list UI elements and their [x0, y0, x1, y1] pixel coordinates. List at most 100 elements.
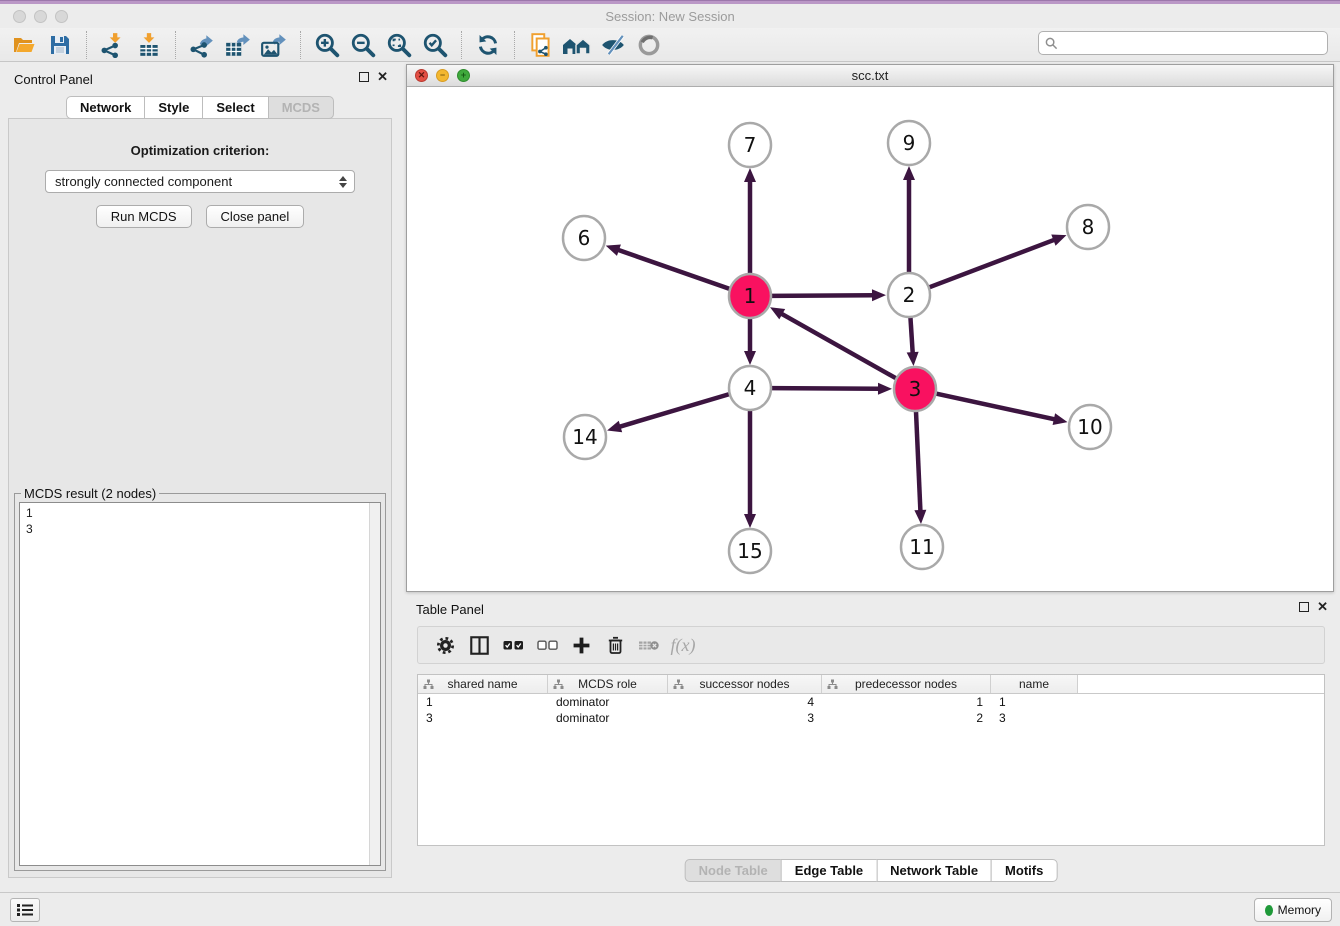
clone-network-glyph: [528, 32, 554, 58]
table-cell[interactable]: 3: [991, 710, 1078, 726]
table-cell[interactable]: dominator: [548, 694, 668, 710]
column-header-MCDS-role[interactable]: MCDS role: [548, 675, 668, 693]
control-panel-title: Control Panel: [14, 72, 93, 87]
graph-edge-2-8[interactable]: [930, 239, 1056, 287]
floppy-disk-icon: [48, 33, 72, 57]
float-panel-icon[interactable]: [359, 72, 369, 82]
tab-motifs[interactable]: Motifs: [991, 859, 1057, 882]
graph-edge-4-3[interactable]: [772, 388, 880, 389]
close-table-panel-icon[interactable]: ✕: [1317, 602, 1328, 612]
export-table-icon[interactable]: [223, 30, 253, 60]
graph-edge-1-6[interactable]: [617, 250, 729, 289]
mcds-result-textarea[interactable]: 13: [19, 502, 381, 866]
float-table-panel-icon[interactable]: [1299, 602, 1309, 612]
export-image-icon[interactable]: [259, 30, 289, 60]
table-cell[interactable]: dominator: [548, 710, 668, 726]
column-header-name[interactable]: name: [991, 675, 1078, 693]
tab-node-table[interactable]: Node Table: [685, 859, 782, 882]
graph-edge-3-11[interactable]: [916, 411, 920, 512]
table-cell[interactable]: 1: [822, 694, 991, 710]
zoom-selected-icon[interactable]: [420, 30, 450, 60]
graph-edge-3-10[interactable]: [936, 394, 1055, 420]
export-network-icon[interactable]: [187, 30, 217, 60]
table-cell[interactable]: 3: [668, 710, 822, 726]
tab-style[interactable]: Style: [144, 96, 203, 119]
graph-edge-1-2[interactable]: [772, 295, 874, 296]
network-view-window: scc.txt ✕ − + 7968124314101511: [406, 64, 1334, 592]
tab-mcds[interactable]: MCDS: [268, 96, 334, 119]
criterion-dropdown[interactable]: strongly connected component: [45, 170, 355, 193]
import-table-icon[interactable]: [134, 30, 164, 60]
table-cell[interactable]: 2: [822, 710, 991, 726]
tab-edge-table[interactable]: Edge Table: [781, 859, 877, 882]
show-all-icon[interactable]: [634, 30, 664, 60]
table-cell[interactable]: 1: [991, 694, 1078, 710]
optimization-criterion-label: Optimization criterion:: [9, 143, 391, 158]
toolbar-separator: [86, 31, 87, 59]
column-header-shared-name[interactable]: shared name: [418, 675, 548, 693]
import-network-icon[interactable]: [98, 30, 128, 60]
column-header-successor-nodes[interactable]: successor nodes: [668, 675, 822, 693]
export-table-glyph: [224, 32, 252, 58]
task-history-button[interactable]: [10, 898, 40, 922]
toolbar-separator: [514, 31, 515, 59]
delete-table-icon: [638, 639, 660, 652]
hide-selected-icon[interactable]: [598, 30, 628, 60]
table-panel: Table Panel ✕ f(x) shared nameMCDS: [408, 596, 1334, 888]
graph-node-label: 9: [903, 131, 916, 155]
graph-edge-4-14[interactable]: [619, 394, 729, 427]
edge-arrowhead: [607, 421, 622, 433]
graph-edge-3-1[interactable]: [780, 313, 895, 378]
network-canvas[interactable]: 7968124314101511: [407, 87, 1333, 591]
table-cell[interactable]: 4: [668, 694, 822, 710]
select-all-button[interactable]: [496, 630, 530, 660]
split-pane-button[interactable]: [462, 630, 496, 660]
toolbar-separator: [175, 31, 176, 59]
search-input[interactable]: [1058, 36, 1327, 50]
delete-column-button[interactable]: [598, 630, 632, 660]
tab-network-table[interactable]: Network Table: [876, 859, 992, 882]
table-cell[interactable]: 1: [418, 694, 548, 710]
graph-edge-2-3[interactable]: [910, 317, 912, 354]
network-window-titlebar[interactable]: scc.txt ✕ − +: [407, 65, 1333, 87]
table-tabs: Node Table Edge Table Network Table Moti…: [685, 859, 1058, 882]
network-maximize-icon[interactable]: +: [457, 69, 470, 82]
column-header-predecessor-nodes[interactable]: predecessor nodes: [822, 675, 991, 693]
search-field[interactable]: [1038, 31, 1328, 55]
tab-select[interactable]: Select: [202, 96, 268, 119]
table-toolbar: f(x): [417, 626, 1325, 664]
network-minimize-icon[interactable]: −: [436, 69, 449, 82]
delete-table-button[interactable]: [632, 630, 666, 660]
edge-arrowhead: [1051, 235, 1066, 246]
table-row[interactable]: 1dominator411: [418, 694, 1324, 710]
table-cell[interactable]: 3: [418, 710, 548, 726]
home-icon[interactable]: [562, 30, 592, 60]
close-panel-button[interactable]: Close panel: [206, 205, 305, 228]
memory-button[interactable]: Memory: [1254, 898, 1332, 922]
add-column-button[interactable]: [564, 630, 598, 660]
tab-network[interactable]: Network: [66, 96, 145, 119]
save-session-icon[interactable]: [45, 30, 75, 60]
zoom-in-icon[interactable]: [312, 30, 342, 60]
graph-node-label: 15: [737, 539, 762, 563]
main-toolbar: [0, 28, 1340, 62]
zoom-fit-glyph: [386, 32, 412, 58]
result-scrollbar[interactable]: [369, 503, 380, 865]
network-close-icon[interactable]: ✕: [415, 69, 428, 82]
table-row[interactable]: 3dominator323: [418, 710, 1324, 726]
zoom-out-glyph: [350, 32, 376, 58]
zoom-fit-icon[interactable]: [384, 30, 414, 60]
refresh-view-icon[interactable]: [473, 30, 503, 60]
close-panel-icon[interactable]: ✕: [377, 72, 388, 82]
deselect-all-button[interactable]: [530, 630, 564, 660]
export-image-glyph: [260, 32, 288, 58]
run-mcds-button[interactable]: Run MCDS: [96, 205, 192, 228]
table-body: 1dominator4113dominator323: [418, 694, 1324, 726]
zoom-out-icon[interactable]: [348, 30, 378, 60]
clone-network-icon[interactable]: [526, 30, 556, 60]
folder-open-icon: [11, 33, 37, 57]
open-session-icon[interactable]: [9, 30, 39, 60]
column-settings-button[interactable]: [428, 630, 462, 660]
function-builder-button[interactable]: f(x): [666, 630, 700, 660]
toolbar-separator: [300, 31, 301, 59]
